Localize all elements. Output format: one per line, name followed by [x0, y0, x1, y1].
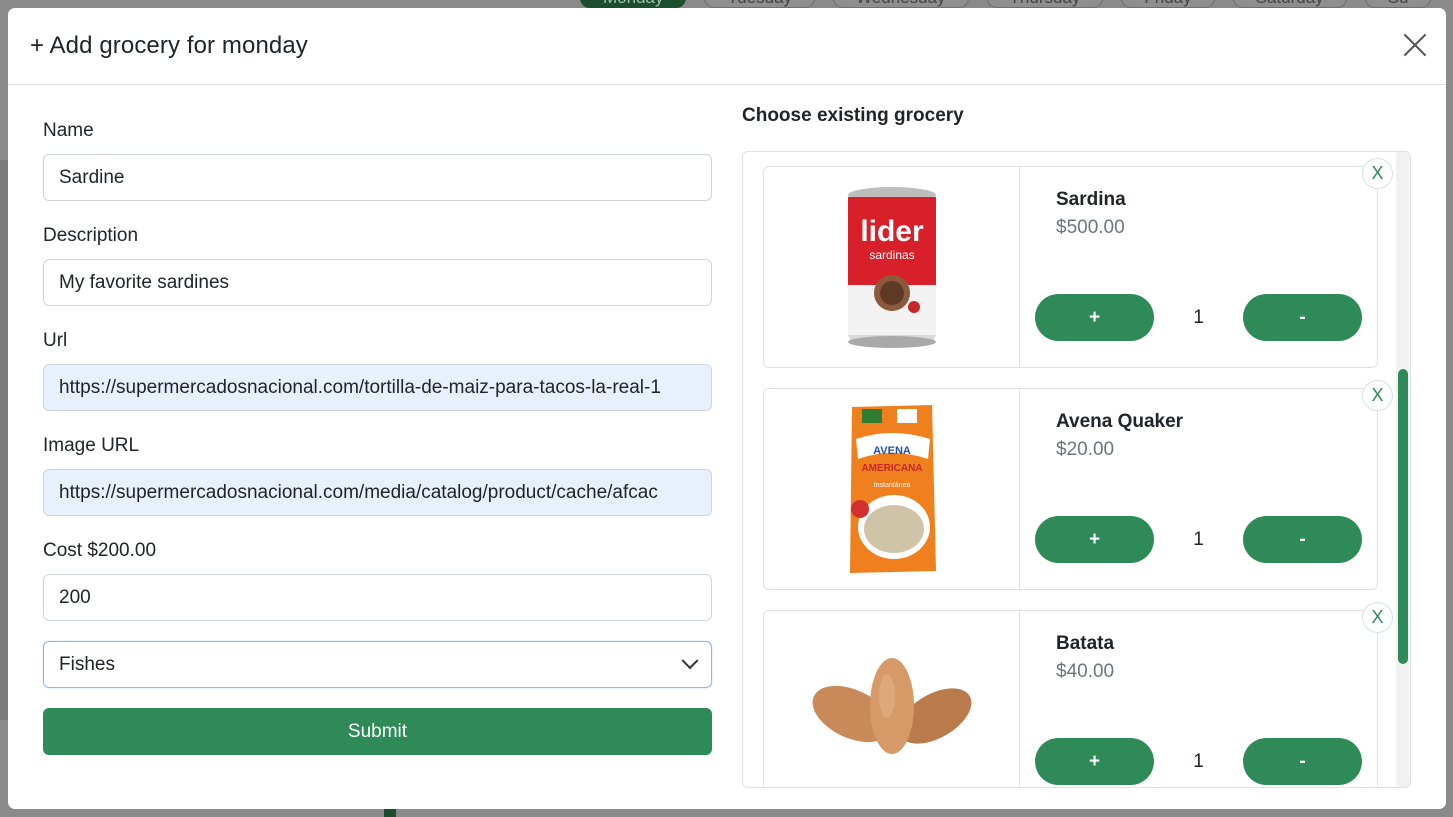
background-day-tabs: Monday Tuesday Wednesday Thursday Friday… — [580, 0, 1432, 8]
background-sidebar — [0, 160, 8, 720]
description-label: Description — [43, 225, 139, 246]
scrollbar-thumb[interactable] — [1398, 369, 1408, 664]
sweet-potato-image — [764, 611, 1020, 787]
grocery-card: AVENA AMERICANA Instantánea Avena Quaker… — [763, 380, 1393, 590]
cost-label: Cost $200.00 — [43, 540, 157, 561]
grocery-name: Sardina — [1056, 189, 1126, 210]
add-grocery-modal: + Add grocery for monday Name Sardine De… — [8, 8, 1446, 809]
remove-grocery-button[interactable]: X — [1362, 380, 1393, 411]
decrease-quantity-button[interactable]: - — [1243, 294, 1362, 341]
tab-wednesday: Wednesday — [833, 0, 969, 8]
grocery-card-body: Sardina $500.00 X + 1 - — [1020, 158, 1393, 367]
name-input[interactable]: Sardine — [43, 154, 712, 201]
grocery-card: Batata $40.00 X + 1 - — [763, 602, 1393, 787]
category-selected-value: Fishes — [59, 653, 115, 675]
quantity-value: 1 — [1193, 528, 1204, 550]
grocery-card-body: Avena Quaker $20.00 X + 1 - — [1020, 380, 1393, 589]
quantity-stepper: + 1 - — [1035, 516, 1362, 563]
modal-title: + Add grocery for monday — [30, 32, 308, 59]
description-input[interactable]: My favorite sardines — [43, 259, 712, 306]
existing-grocery-title: Choose existing grocery — [742, 105, 964, 126]
svg-text:lider: lider — [860, 215, 924, 248]
category-select[interactable]: Fishes — [43, 641, 712, 688]
tab-thursday: Thursday — [986, 0, 1104, 8]
oat-bag-image: AVENA AMERICANA Instantánea — [764, 389, 1020, 589]
grocery-price: $500.00 — [1056, 217, 1125, 238]
grocery-name: Batata — [1056, 633, 1115, 654]
existing-grocery-list: lider sardinas Sardina $500.00 X + 1 - A… — [742, 151, 1411, 788]
grocery-price: $20.00 — [1056, 439, 1115, 460]
grocery-form: Name Sardine Description My favorite sar… — [43, 120, 712, 755]
tab-tuesday: Tuesday — [704, 0, 816, 8]
background-marker — [384, 808, 396, 817]
increase-quantity-button[interactable]: + — [1035, 294, 1154, 341]
remove-grocery-button[interactable]: X — [1362, 602, 1393, 633]
quantity-value: 1 — [1193, 750, 1204, 772]
decrease-quantity-button[interactable]: - — [1243, 738, 1362, 785]
chevron-down-icon — [681, 651, 699, 669]
quantity-value: 1 — [1193, 306, 1204, 328]
quantity-stepper: + 1 - — [1035, 294, 1362, 341]
image-url-label: Image URL — [43, 435, 140, 456]
url-label: Url — [43, 330, 68, 351]
grocery-card: lider sardinas Sardina $500.00 X + 1 - — [763, 158, 1393, 368]
remove-grocery-button[interactable]: X — [1362, 158, 1393, 189]
close-icon[interactable] — [1402, 32, 1428, 58]
svg-text:AMERICANA: AMERICANA — [861, 463, 922, 474]
sardine-can-image: lider sardinas — [764, 167, 1020, 367]
url-input[interactable]: https://supermercadosnacional.com/tortil… — [43, 364, 712, 411]
tab-monday: Monday — [580, 0, 687, 8]
grocery-price: $40.00 — [1056, 661, 1115, 682]
decrease-quantity-button[interactable]: - — [1243, 516, 1362, 563]
increase-quantity-button[interactable]: + — [1035, 738, 1154, 785]
scrollbar-track[interactable] — [1396, 152, 1410, 787]
existing-grocery-section: Choose existing grocery lider sardinas S… — [742, 105, 1411, 788]
quantity-stepper: + 1 - — [1035, 738, 1362, 785]
modal-header: + Add grocery for monday — [8, 8, 1446, 85]
svg-text:Instantánea: Instantánea — [873, 482, 910, 489]
tab-friday: Friday — [1121, 0, 1215, 8]
tab-sunday: Su — [1364, 0, 1432, 8]
image-url-input[interactable]: https://supermercadosnacional.com/media/… — [43, 469, 712, 516]
grocery-card-body: Batata $40.00 X + 1 - — [1020, 602, 1393, 787]
svg-text:sardinas: sardinas — [869, 248, 914, 262]
svg-text:AVENA: AVENA — [873, 445, 911, 457]
name-label: Name — [43, 120, 94, 141]
increase-quantity-button[interactable]: + — [1035, 516, 1154, 563]
submit-button[interactable]: Submit — [43, 708, 712, 755]
cost-input[interactable]: 200 — [43, 574, 712, 621]
tab-saturday: Saturday — [1232, 0, 1347, 8]
grocery-name: Avena Quaker — [1056, 411, 1184, 432]
